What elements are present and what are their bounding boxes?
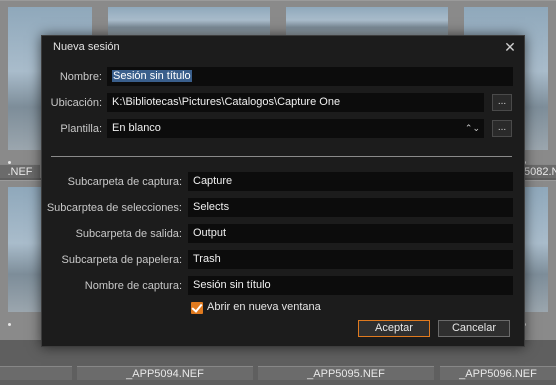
location-browse-button[interactable]: ... xyxy=(492,94,512,111)
dialog-titlebar[interactable]: Nueva sesión ✕ xyxy=(42,36,524,58)
location-label: Ubicación: xyxy=(50,97,102,109)
name-field[interactable]: Sesión sin título xyxy=(107,67,513,86)
selects-folder-label: Subcarptea de selecciones: xyxy=(46,202,182,214)
output-folder-label: Subcarpeta de salida: xyxy=(75,228,182,240)
location-field[interactable]: K:\Bibliotecas\Pictures\Catalogos\Captur… xyxy=(107,93,484,112)
template-label: Plantilla: xyxy=(60,123,102,135)
selects-folder-field[interactable]: Selects xyxy=(188,198,513,217)
new-session-dialog: Nueva sesión ✕ Nombre: Sesión sin título… xyxy=(41,35,525,347)
capture-name-label: Nombre de captura: xyxy=(84,280,182,292)
trash-folder-label: Subcarpeta de papelera: xyxy=(61,254,182,266)
trash-folder-field[interactable]: Trash xyxy=(188,250,513,269)
name-label: Nombre: xyxy=(59,71,102,83)
rating-dot xyxy=(8,323,11,326)
thumbnail[interactable] xyxy=(100,0,278,36)
select-arrows-icon: ⌃⌄ xyxy=(464,123,480,133)
thumbnail-caption: _APP5095.NEF xyxy=(258,366,434,380)
divider xyxy=(51,156,512,157)
dialog-title: Nueva sesión xyxy=(53,41,120,53)
thumbnail[interactable] xyxy=(278,0,456,36)
thumbnail-caption: _APP5096.NEF xyxy=(440,366,556,380)
name-value: Sesión sin título xyxy=(112,70,192,82)
close-icon[interactable]: ✕ xyxy=(502,39,518,55)
output-folder-field[interactable]: Output xyxy=(188,224,513,243)
thumbnail-image xyxy=(108,7,270,36)
capture-folder-field[interactable]: Capture xyxy=(188,172,513,191)
template-value: En blanco xyxy=(112,122,161,134)
template-browse-button[interactable]: ... xyxy=(492,120,512,137)
thumbnail-caption-left-bottom xyxy=(0,366,72,380)
capture-name-field[interactable]: Sesión sin título xyxy=(188,276,513,295)
capture-folder-label: Subcarpeta de captura: xyxy=(67,176,182,188)
open-new-window-label[interactable]: Abrir en nueva ventana xyxy=(207,301,321,313)
cancel-button[interactable]: Cancelar xyxy=(438,320,510,337)
thumbnail-caption-left: .NEF xyxy=(0,164,40,178)
thumbnail-image xyxy=(286,7,448,36)
open-new-window-checkbox[interactable] xyxy=(191,302,203,314)
accept-button[interactable]: Aceptar xyxy=(358,320,430,337)
template-select[interactable]: En blanco ⌃⌄ xyxy=(107,119,484,138)
thumbnail-caption: _APP5094.NEF xyxy=(77,366,253,380)
thumbnail-caption-right: 5082.N xyxy=(524,164,556,178)
